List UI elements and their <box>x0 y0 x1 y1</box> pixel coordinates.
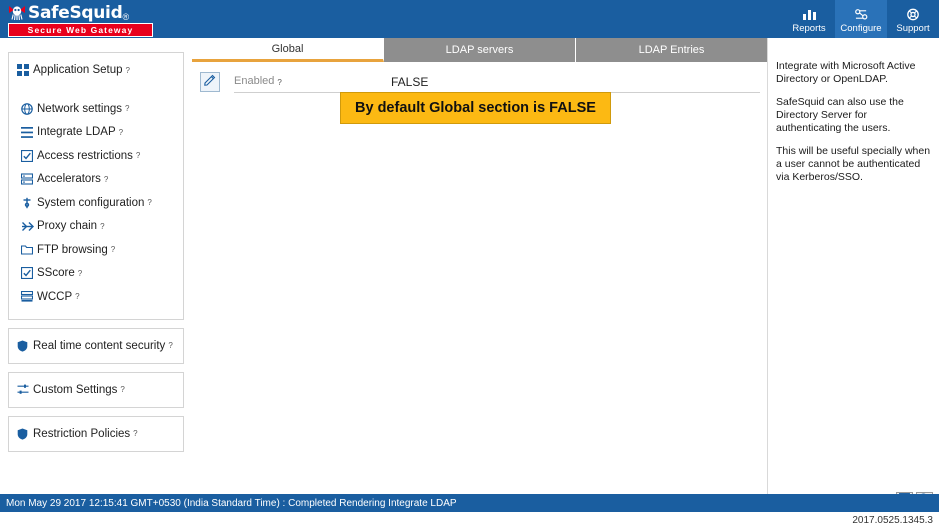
tab-ldap-servers[interactable]: LDAP servers <box>384 38 576 62</box>
nav-item-reports[interactable]: Reports <box>783 0 835 38</box>
nav-item-configure[interactable]: Configure <box>835 0 887 38</box>
help-marker[interactable]: ? <box>78 269 82 278</box>
sidebar-label-application-setup: Application Setup <box>33 64 123 76</box>
top-nav: Reports Configure Support <box>783 0 939 38</box>
check-square-icon <box>21 267 37 280</box>
sliders-icon <box>17 384 33 395</box>
sidebar-item-access-restrictions[interactable]: Access restrictions ? <box>9 144 183 168</box>
brand-registered-mark: ® <box>122 12 130 22</box>
sidebar-label-access-restrictions: Access restrictions <box>37 149 133 162</box>
badge-icon <box>17 428 33 440</box>
enabled-field-value[interactable]: FALSE <box>391 71 760 93</box>
footer-bar: 2017.0525.1345.3 <box>0 512 939 528</box>
sidebar-item-system-configuration[interactable]: System configuration ? <box>9 191 183 215</box>
tab-global[interactable]: Global <box>192 38 384 62</box>
wrench-icon <box>21 197 37 209</box>
shield-icon <box>17 340 33 352</box>
sidebar-label-integrate-ldap: Integrate LDAP <box>37 126 116 139</box>
help-marker[interactable]: ? <box>125 104 129 113</box>
help-marker[interactable]: ? <box>147 198 151 207</box>
nav-item-support[interactable]: Support <box>887 0 939 38</box>
sidebar-item-integrate-ldap[interactable]: Integrate LDAP ? <box>9 121 183 145</box>
app-window: SafeSquid ® Secure Web Gateway Reports C… <box>0 0 939 528</box>
help-marker[interactable]: ? <box>119 128 123 137</box>
sidebar-label-system-configuration: System configuration <box>37 196 145 209</box>
sidebar-label-ftp-browsing: FTP browsing <box>37 243 108 256</box>
sidebar-label-proxy-chain: Proxy chain <box>37 220 98 233</box>
brand-logo[interactable]: SafeSquid ® Secure Web Gateway <box>8 2 168 37</box>
brand-tagline: Secure Web Gateway <box>8 23 153 37</box>
sidebar-label-custom-settings: Custom Settings <box>33 383 118 396</box>
sidebar-item-proxy-chain[interactable]: Proxy chain ? <box>9 215 183 239</box>
grid-icon <box>17 64 33 76</box>
sidebar-label-network-settings: Network settings <box>37 102 123 115</box>
sidebar-label-restriction-policies: Restriction Policies <box>33 427 131 440</box>
help-marker[interactable]: ? <box>75 292 79 301</box>
sidebar-item-network-settings[interactable]: Network settings ? <box>9 97 183 121</box>
globe-icon <box>21 102 37 115</box>
enabled-field-label: Enabled? <box>234 71 379 93</box>
sidebar-item-real-time-content-security[interactable]: Real time content security ? <box>9 329 183 363</box>
nav-label-configure: Configure <box>840 22 882 34</box>
sidebar-label-wccp: WCCP <box>37 290 73 303</box>
sidebar-item-wccp[interactable]: WCCP ? <box>9 285 183 309</box>
help-paragraph: This will be useful specially when a use… <box>776 145 931 183</box>
annotation-callout: By default Global section is FALSE <box>340 92 611 124</box>
sidebar-item-sscore[interactable]: SScore ? <box>9 262 183 286</box>
check-square-icon <box>21 149 37 162</box>
help-marker[interactable]: ? <box>277 78 281 87</box>
sidebar-item-application-setup[interactable]: Application Setup ? <box>9 53 183 87</box>
main-panel: Enabled? FALSE By default Global section… <box>192 62 767 496</box>
sidebar-group-real-time-content-security: Real time content security ? <box>8 327 184 364</box>
help-marker[interactable]: ? <box>133 429 137 438</box>
sidebar-item-restriction-policies[interactable]: Restriction Policies ? <box>9 417 183 451</box>
folder-icon <box>21 244 37 255</box>
help-paragraph: Integrate with Microsoft Active Director… <box>776 60 916 85</box>
help-pane: Integrate with Microsoft Active Director… <box>768 52 939 194</box>
sidebar-label-accelerators: Accelerators <box>37 173 101 186</box>
help-marker[interactable]: ? <box>111 245 115 254</box>
enabled-label-text: Enabled <box>234 75 275 87</box>
sidebar-label-real-time-content-security: Real time content security <box>33 339 166 352</box>
help-paragraph: SafeSquid can also use the Directory Ser… <box>776 96 904 134</box>
server-icon <box>21 173 37 185</box>
tab-ldap-entries[interactable]: LDAP Entries <box>576 38 767 62</box>
sidebar: Application Setup ? Network settings ? I… <box>8 52 184 460</box>
tab-bar: Global LDAP servers LDAP Entries <box>192 38 767 62</box>
nav-label-support: Support <box>896 22 930 34</box>
link-icon <box>21 221 37 232</box>
sidebar-group-custom-settings: Custom Settings ? <box>8 371 184 408</box>
help-marker[interactable]: ? <box>104 175 108 184</box>
help-marker[interactable]: ? <box>100 222 104 231</box>
edit-button[interactable] <box>200 72 220 92</box>
help-marker[interactable]: ? <box>168 341 172 350</box>
sidebar-item-accelerators[interactable]: Accelerators ? <box>9 168 183 192</box>
help-marker[interactable]: ? <box>120 385 124 394</box>
sidebar-item-ftp-browsing[interactable]: FTP browsing ? <box>9 238 183 262</box>
status-message: Mon May 29 2017 12:15:41 GMT+0530 (India… <box>6 497 457 509</box>
sidebar-item-custom-settings[interactable]: Custom Settings ? <box>9 373 183 407</box>
sidebar-label-sscore: SScore <box>37 267 75 280</box>
reports-icon <box>802 7 817 22</box>
brand-name: SafeSquid <box>28 3 123 23</box>
app-header: SafeSquid ® Secure Web Gateway Reports C… <box>0 0 939 38</box>
edit-icon <box>204 73 216 91</box>
safesquid-logo-icon <box>8 4 26 21</box>
nav-label-reports: Reports <box>792 22 826 34</box>
gear-icon <box>854 7 869 22</box>
sidebar-group-application-setup: Application Setup ? Network settings ? I… <box>8 52 184 320</box>
version-label: 2017.0525.1345.3 <box>852 514 933 526</box>
status-bar: Mon May 29 2017 12:15:41 GMT+0530 (India… <box>0 494 939 512</box>
help-marker[interactable]: ? <box>136 151 140 160</box>
list-icon <box>21 126 37 138</box>
sidebar-group-restriction-policies: Restriction Policies ? <box>8 415 184 452</box>
lifebuoy-icon <box>906 7 920 22</box>
help-marker[interactable]: ? <box>126 66 130 75</box>
stack-icon <box>21 291 37 302</box>
